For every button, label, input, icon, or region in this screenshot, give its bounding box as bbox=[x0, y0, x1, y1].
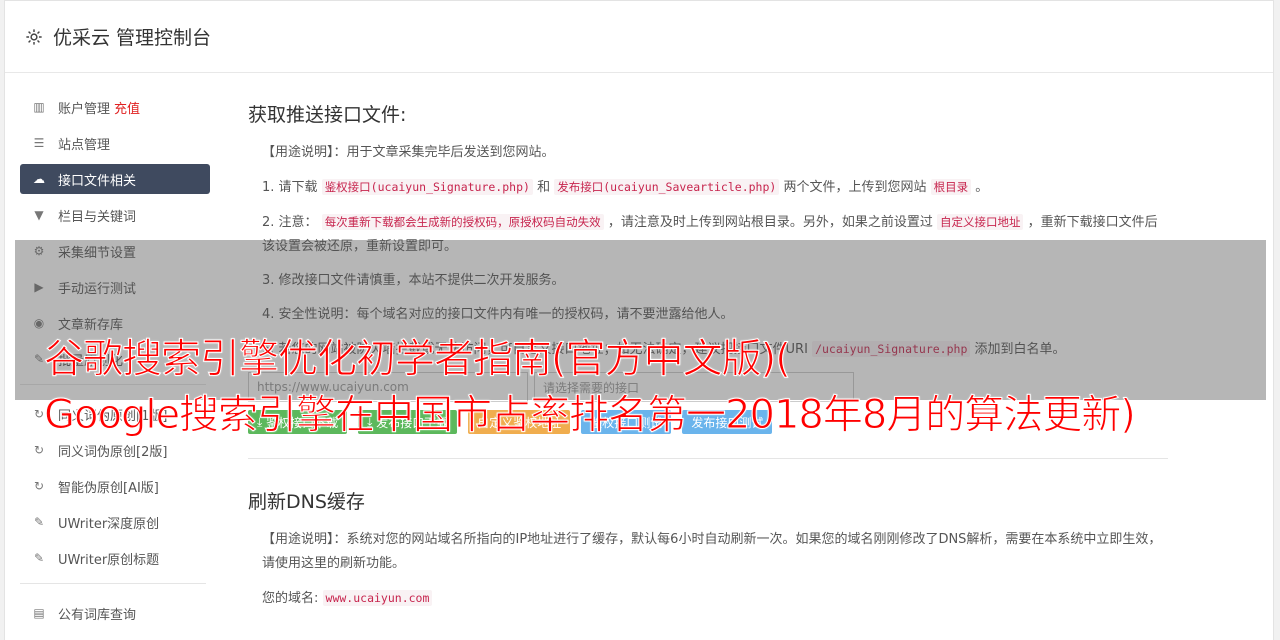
refresh-icon: ↻ bbox=[33, 479, 45, 493]
step-text: 。 bbox=[975, 180, 989, 195]
sidebar-divider bbox=[20, 583, 206, 584]
section-title-dns: 刷新DNS缓存 bbox=[248, 491, 365, 513]
domain-label: 您的域名: bbox=[262, 591, 319, 606]
code-savearticle-file: 发布接口(ucaiyun_Savearticle.php) bbox=[554, 179, 780, 195]
overlay-title-line2: Google搜索引擎在中国市占率排名第一2018年8月的算法更新) bbox=[44, 392, 1137, 439]
sidebar-item-public-lexicon[interactable]: ▤ 公有词库查询 bbox=[20, 598, 210, 628]
code-custom-endpoint: 自定义接口地址 bbox=[936, 214, 1024, 230]
overlay-title-line1: 谷歌搜索引擎优化初学者指南(官方中文版)( bbox=[44, 336, 792, 383]
section-title-interface: 获取推送接口文件: bbox=[248, 104, 407, 126]
step-text: ，请注意及时上传到网站根目录。另外，如果之前设置过 bbox=[607, 215, 933, 230]
list-icon: ☰ bbox=[33, 136, 45, 150]
gear-icon bbox=[26, 28, 42, 45]
domain-value: www.ucaiyun.com bbox=[322, 590, 433, 606]
step-text: 和 bbox=[537, 180, 551, 195]
recharge-link[interactable]: 充值 bbox=[114, 98, 140, 117]
sidebar-item-account[interactable]: ▥ 账户管理 充值 bbox=[20, 92, 210, 122]
sidebar-item-label: UWriter原创标题 bbox=[58, 552, 160, 568]
refresh-icon: ↻ bbox=[33, 443, 45, 457]
sidebar-item-label: 账户管理 bbox=[58, 101, 111, 117]
sidebar-item-label: UWriter深度原创 bbox=[58, 516, 160, 532]
sidebar-item-interface-files[interactable]: ☁ 接口文件相关 bbox=[20, 164, 210, 194]
step-text: 1. 请下载 bbox=[262, 180, 318, 195]
bar-chart-icon: ▥ bbox=[33, 100, 45, 114]
step-1: 1. 请下载 鉴权接口(ucaiyun_Signature.php) 和 发布接… bbox=[262, 175, 1168, 200]
sidebar-item-ai-original[interactable]: ↻ 智能伪原创[AI版] bbox=[20, 471, 210, 501]
code-signature-file: 鉴权接口(ucaiyun_Signature.php) bbox=[321, 179, 533, 195]
sidebar-item-uwriter-title[interactable]: ✎ UWriter原创标题 bbox=[20, 543, 210, 573]
sidebar-item-label: 站点管理 bbox=[58, 137, 111, 153]
cloud-upload-icon: ☁ bbox=[33, 172, 45, 186]
step-text: 两个文件，上传到您网站 bbox=[783, 180, 927, 195]
step-text: 2. 注意： bbox=[262, 215, 318, 230]
edit-icon: ✎ bbox=[33, 515, 45, 529]
sidebar-item-label: 同义词伪原创[2版] bbox=[58, 444, 168, 460]
section-divider bbox=[248, 458, 1168, 459]
usage-note: 【用途说明】：用于文章采集完毕后发送到您网站。 bbox=[262, 145, 555, 160]
edit-icon: ✎ bbox=[33, 551, 45, 565]
code-root-dir: 根目录 bbox=[930, 179, 972, 195]
code-auth-warning: 每次重新下载都会生成新的授权码，原授权码自动失效 bbox=[321, 214, 604, 230]
sidebar-item-columns-keywords[interactable]: ▼ 栏目与关键词 bbox=[20, 200, 210, 230]
sidebar-item-label: 栏目与关键词 bbox=[58, 209, 137, 225]
sidebar-item-label: 接口文件相关 bbox=[58, 173, 137, 189]
domain-row: 您的域名: www.ucaiyun.com bbox=[262, 586, 1168, 611]
sidebar-item-uwriter-deep[interactable]: ✎ UWriter深度原创 bbox=[20, 507, 210, 537]
book-icon: ▤ bbox=[33, 606, 45, 620]
sidebar-item-label: 公有词库查询 bbox=[58, 607, 137, 623]
panel-header: 优采云 管理控制台 bbox=[5, 1, 1273, 73]
sidebar-item-label: 智能伪原创[AI版] bbox=[58, 480, 159, 496]
page-title: 优采云 管理控制台 bbox=[53, 27, 212, 49]
sidebar-item-sites[interactable]: ☰ 站点管理 bbox=[20, 128, 210, 158]
filter-icon: ▼ bbox=[34, 208, 44, 222]
dns-usage-note: 【用途说明】：系统对您的网站域名所指向的IP地址进行了缓存，默认每6小时自动刷新… bbox=[262, 532, 1162, 571]
